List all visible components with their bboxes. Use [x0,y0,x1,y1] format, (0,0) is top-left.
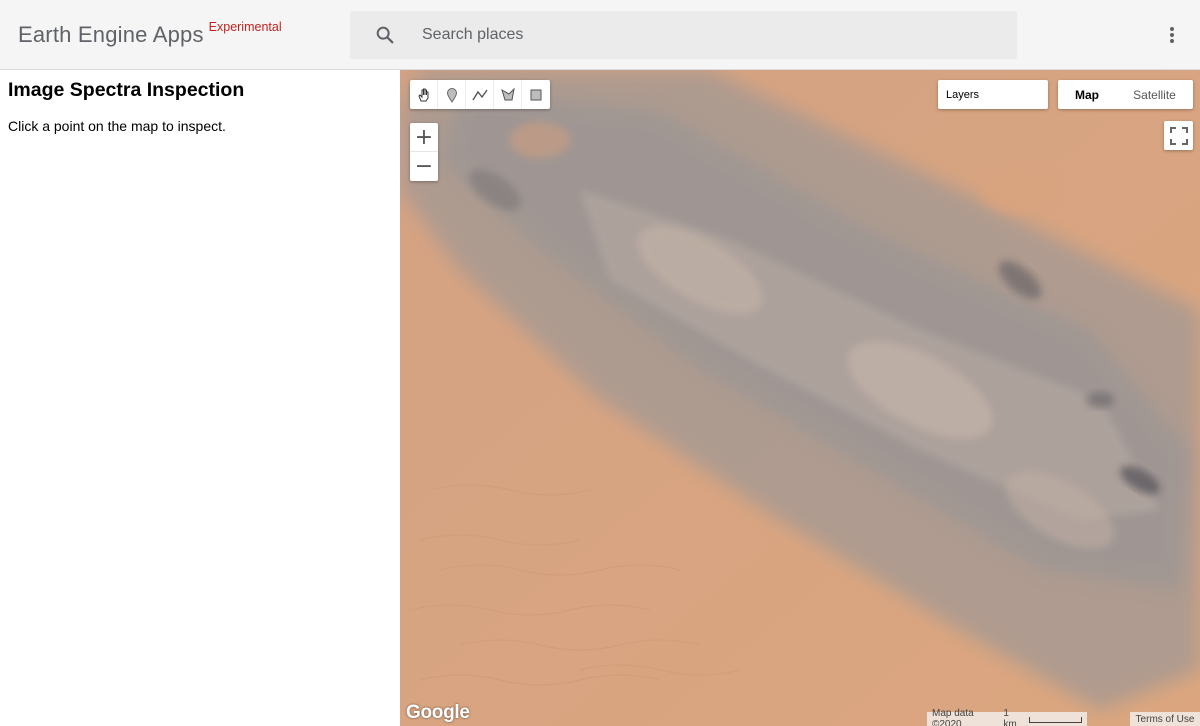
search-icon[interactable] [350,11,420,59]
side-panel: Image Spectra Inspection Click a point o… [0,70,400,726]
polygon-icon[interactable] [494,80,522,109]
search-box[interactable] [350,11,1017,59]
scale-label: 1 km [1003,708,1017,726]
map-type-satellite[interactable]: Satellite [1116,80,1193,109]
experimental-badge: Experimental [208,20,282,34]
search-input[interactable] [422,15,1002,55]
app-header: Earth Engine Apps Experimental [0,0,1200,70]
map-view[interactable]: + − Layers Map Satellite Google Map data… [400,70,1200,726]
panel-instruction: Click a point on the map to inspect. [8,118,226,134]
drawing-tools [410,80,550,109]
zoom-controls: + − [410,123,438,181]
terms-of-use-link[interactable]: Terms of Use [1130,712,1200,726]
hand-pan-icon[interactable] [410,80,438,109]
line-icon[interactable] [466,80,494,109]
more-vert-icon[interactable] [1158,20,1186,50]
zoom-out-button[interactable]: − [410,152,438,181]
satellite-imagery[interactable] [400,70,1200,726]
zoom-in-button[interactable]: + [410,123,438,152]
rectangle-icon[interactable] [522,80,550,109]
attribution-text: Map data ©2020 [932,708,974,726]
map-type-control: Map Satellite [1058,80,1193,109]
app-title: Earth Engine Apps [18,22,204,47]
panel-title: Image Spectra Inspection [8,79,245,101]
point-marker-icon[interactable] [438,80,466,109]
scale-bar [1028,717,1082,723]
map-attribution: Map data ©2020 1 km [927,708,1087,726]
layers-button[interactable]: Layers [938,80,1048,109]
fullscreen-icon[interactable] [1164,121,1193,150]
google-logo: Google [406,702,470,723]
map-type-map[interactable]: Map [1058,80,1116,109]
brand: Earth Engine Apps Experimental [18,20,282,48]
